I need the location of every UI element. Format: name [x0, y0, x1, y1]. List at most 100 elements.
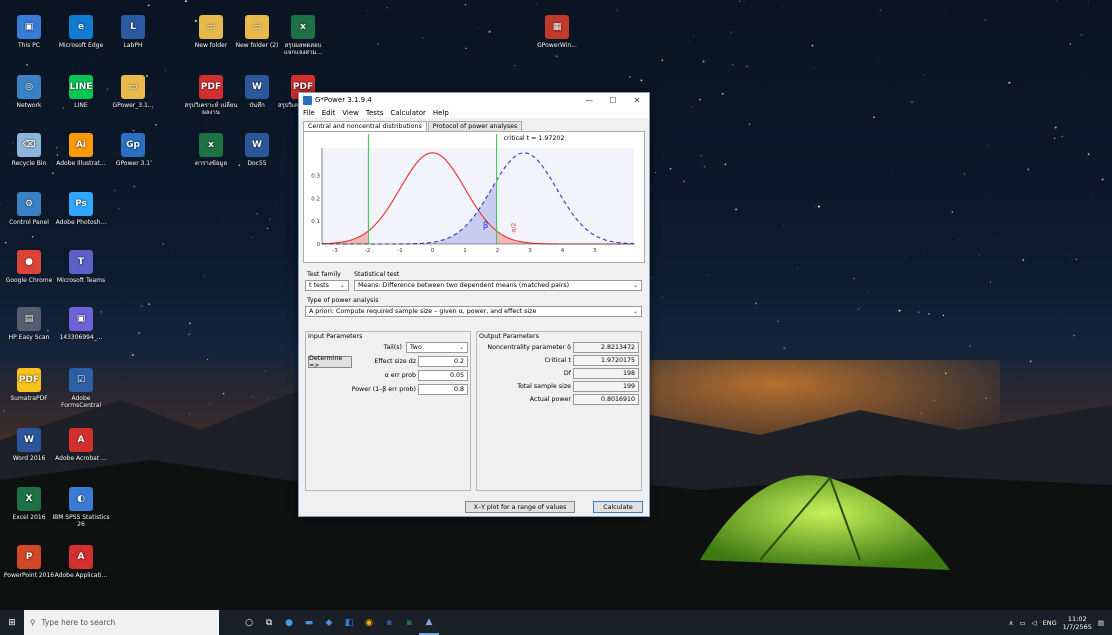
network-icon[interactable]: ▭ [1019, 619, 1025, 627]
outlook-taskbar-icon[interactable]: ◧ [339, 610, 359, 635]
desktop-icon[interactable]: ▦ GPowerWin... [528, 15, 586, 49]
taskbar-search-box[interactable]: ⚲ Type here to search [24, 610, 219, 635]
desktop-icon[interactable]: A Adobe Applicati... [52, 545, 110, 579]
desktop-icon-label: Adobe Illustrat... [56, 160, 106, 167]
tab-distributions[interactable]: Central and noncentral distributions [303, 121, 427, 131]
windows-start-icon[interactable]: ⊞ [2, 610, 22, 635]
effect-size-label: Effect size dz [374, 358, 416, 365]
menu-file[interactable]: File [303, 109, 315, 117]
task-view-icon[interactable]: ⧉ [259, 610, 279, 635]
volume-icon[interactable]: ◁ [1032, 619, 1037, 627]
minimize-icon[interactable]: — [577, 96, 601, 105]
app-icon: A [69, 545, 93, 569]
app-icon: ▤ [17, 307, 41, 331]
menu-view[interactable]: View [342, 109, 359, 117]
mail-taskbar-icon[interactable]: ▬ [299, 610, 319, 635]
tails-select[interactable]: Two ⌄ [406, 342, 468, 353]
desktop-icon[interactable]: ▤ HP Easy Scan [0, 307, 58, 341]
desktop-icon[interactable]: L LabPH [104, 15, 162, 49]
desktop-icon[interactable]: x สรุปผลทดสอบ แจกแจงสาม... [274, 15, 332, 56]
desktop-icon[interactable]: ▣ 143306994_... [52, 307, 110, 341]
y-tick-label: 0.2 [311, 196, 320, 202]
desktop-icon-label: Adobe Photosh... [55, 219, 107, 226]
desktop-icon[interactable]: ▣ This PC [0, 15, 58, 49]
chevron-down-icon: ⌄ [339, 282, 345, 289]
edge-taskbar-icon[interactable]: ● [279, 610, 299, 635]
x-tick-label: -3 [332, 248, 338, 254]
search-icon: ⚲ [30, 618, 36, 627]
desktop-icon[interactable]: P PowerPoint 2016 [0, 545, 58, 579]
window-titlebar[interactable]: G*Power 3.1.9.4 — ☐ ✕ [299, 93, 649, 107]
desktop-icon-label: HP Easy Scan [8, 334, 50, 341]
desktop-icon[interactable]: Gp GPower 3.1 [104, 133, 162, 167]
beta-label: β [483, 221, 489, 231]
word-taskbar-icon[interactable]: ▪ [379, 610, 399, 635]
menu-calculator[interactable]: Calculator [390, 109, 426, 117]
desktop-icon[interactable]: Ai Adobe Illustrat... [52, 133, 110, 167]
desktop-icon-label: GPower 3.1 [115, 160, 151, 167]
alpha-field[interactable]: 0.05 [418, 370, 468, 381]
desktop-icon-label: PowerPoint 2016 [3, 572, 55, 579]
app-icon: PDF [17, 368, 41, 392]
menu-help[interactable]: Help [433, 109, 449, 117]
desktop-icon[interactable]: ⌫ Recycle Bin [0, 133, 58, 167]
statistical-test-select[interactable]: Means: Difference between two dependent … [354, 280, 642, 291]
menu-edit[interactable]: Edit [322, 109, 336, 117]
y-tick-label: 0 [317, 242, 321, 248]
gpower-window: G*Power 3.1.9.4 — ☐ ✕ File Edit View Tes… [298, 92, 650, 517]
calculate-button[interactable]: Calculate [593, 501, 643, 513]
power-analysis-select[interactable]: A priori: Compute required sample size –… [305, 306, 642, 317]
tails-label: Tail(s) [383, 344, 402, 351]
desktop-icon[interactable]: PDF SumatraPDF [0, 368, 58, 402]
app-icon: ⚙ [17, 192, 41, 216]
menu-tests[interactable]: Tests [366, 109, 383, 117]
power-field[interactable]: 0.8 [418, 384, 468, 395]
gpower-taskbar-icon[interactable]: ▲ [419, 610, 439, 635]
excel-taskbar-icon[interactable]: ▪ [399, 610, 419, 635]
app-icon: ⌫ [17, 133, 41, 157]
desktop-icon[interactable]: W Word 2016 [0, 428, 58, 462]
desktop-icon[interactable]: W Doc55 [228, 133, 286, 167]
desktop-icon-label: สรุปผลทดสอบ แจกแจงสาม... [283, 42, 323, 56]
language-indicator[interactable]: ENG [1043, 619, 1057, 627]
app-icon: ☑ [69, 368, 93, 392]
tab-protocol[interactable]: Protocol of power analyses [427, 121, 523, 131]
desktop-icon[interactable]: ⚙ Control Panel [0, 192, 58, 226]
effect-size-field[interactable]: 0.2 [418, 356, 468, 367]
xy-plot-button[interactable]: X–Y plot for a range of values [465, 501, 575, 513]
desktop-icon-label: Word 2016 [12, 455, 46, 462]
window-title: G*Power 3.1.9.4 [315, 96, 372, 104]
desktop-icon[interactable]: ☑ Adobe FormsCentral [52, 368, 110, 409]
close-icon[interactable]: ✕ [625, 96, 649, 105]
store-taskbar-icon[interactable]: ◆ [319, 610, 339, 635]
y-tick-label: 0.3 [311, 173, 320, 179]
output-label: Noncentrality parameter δ [487, 344, 571, 351]
tray-chevron-icon[interactable]: ∧ [1009, 619, 1014, 627]
output-label: Critical t [544, 357, 572, 364]
critical-t-label: critical t = 1.97202 [504, 135, 565, 142]
desktop-icon[interactable]: LINE LINE [52, 75, 110, 109]
desktop-icon[interactable]: T Microsoft Teams [52, 250, 110, 284]
menu-bar: File Edit View Tests Calculator Help [299, 107, 649, 118]
maximize-icon[interactable]: ☐ [601, 96, 625, 105]
desktop-icon[interactable]: ◎ Network [0, 75, 58, 109]
test-family-select[interactable]: t tests ⌄ [305, 280, 349, 291]
desktop-icon[interactable]: ◐ IBM SPSS Statistics 26 [52, 487, 110, 528]
chrome-taskbar-icon[interactable]: ◉ [359, 610, 379, 635]
determine-button[interactable]: Determine => [308, 355, 352, 369]
app-icon: ● [17, 250, 41, 274]
desktop-icon[interactable]: e Microsoft Edge [52, 15, 110, 49]
desktop-icon-label: LabPH [123, 42, 143, 49]
cortana-icon[interactable]: ○ [239, 610, 259, 635]
clock[interactable]: 11:02 1/7/2565 [1063, 615, 1092, 631]
app-icon: x [199, 133, 223, 157]
desktop-icon[interactable]: ● Google Chrome [0, 250, 58, 284]
app-icon: W [17, 428, 41, 452]
output-value: 0.8016910 [573, 394, 639, 405]
desktop-icon[interactable]: A Adobe Acrobat ... [52, 428, 110, 462]
notification-icon[interactable]: ▤ [1098, 619, 1104, 627]
desktop-icon[interactable]: X Excel 2016 [0, 487, 58, 521]
desktop-icon[interactable]: Ps Adobe Photosh... [52, 192, 110, 226]
app-icon: ◎ [17, 75, 41, 99]
desktop-icon[interactable]: ▭ GPower_3.1... [104, 75, 162, 109]
